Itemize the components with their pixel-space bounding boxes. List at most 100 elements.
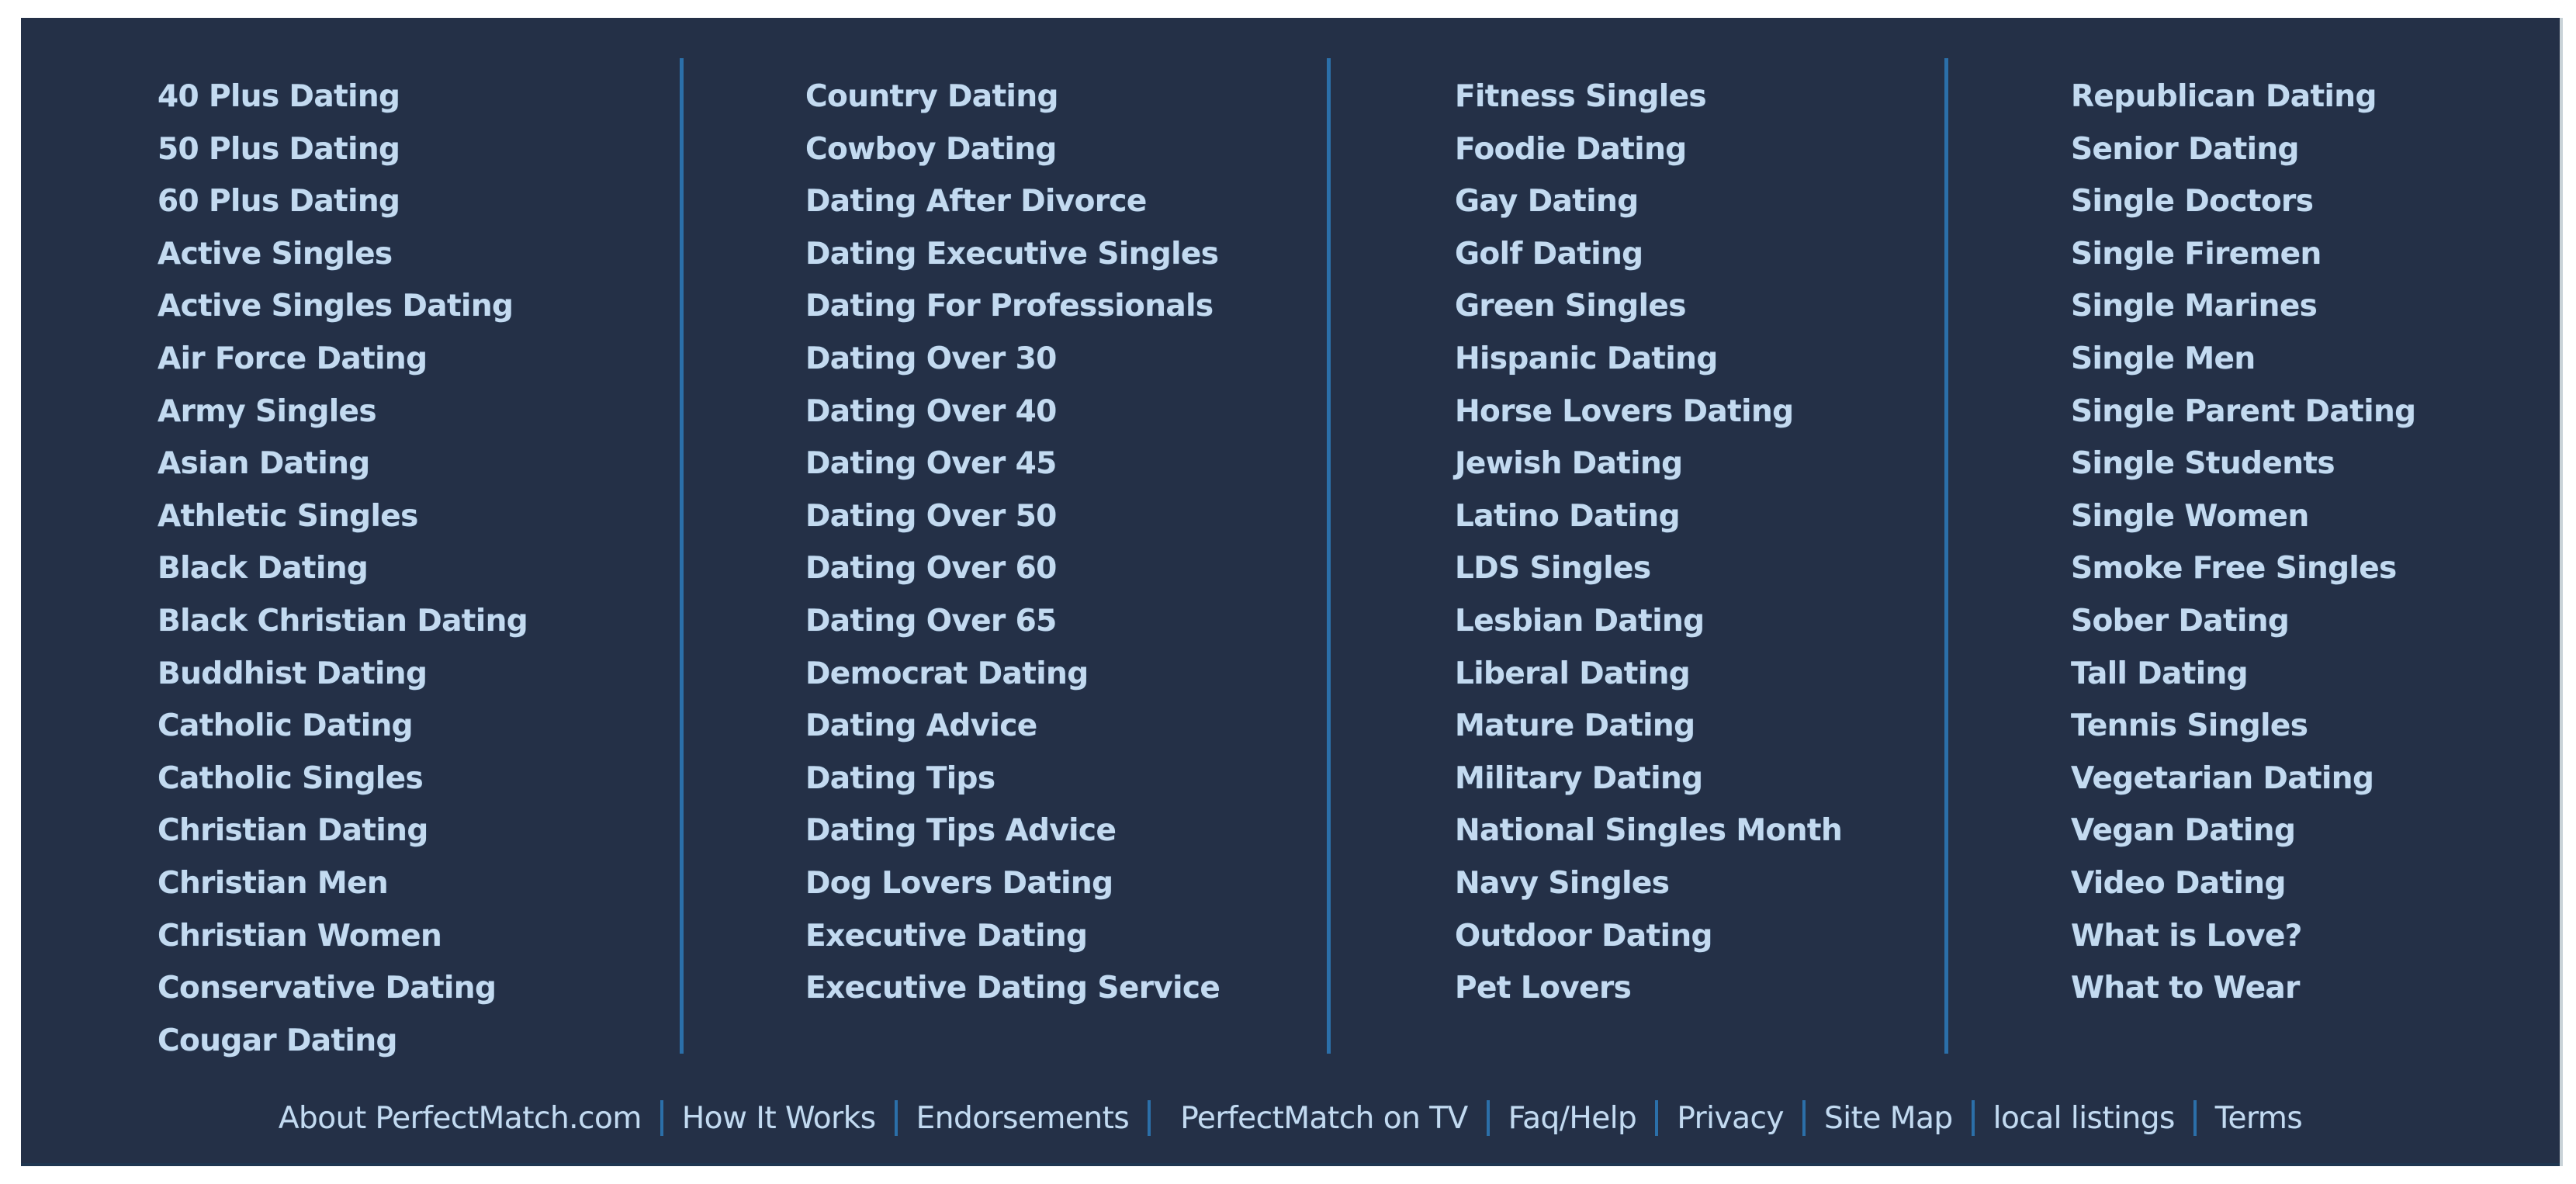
category-link[interactable]: Outdoor Dating [1455, 919, 1712, 954]
link-list: Republican Dating Senior Dating Single Doc… [2071, 81, 2416, 1026]
category-link[interactable]: Lesbian Dating [1455, 604, 1705, 639]
category-link[interactable]: Foodie Dating [1455, 132, 1687, 167]
category-link[interactable]: Single Women [2071, 499, 2309, 534]
footer-link[interactable]: Endorsements [916, 1101, 1130, 1136]
category-link[interactable]: Horse Lovers Dating [1455, 394, 1794, 429]
category-link[interactable]: Green Singles [1455, 289, 1686, 324]
category-link[interactable]: What to Wear [2071, 971, 2300, 1006]
category-link[interactable]: Buddhist Dating [158, 656, 428, 691]
list-item: Dating Advice [805, 711, 1220, 763]
category-link[interactable]: Dating Over 65 [805, 604, 1057, 639]
category-link[interactable]: Catholic Singles [158, 761, 424, 796]
category-link[interactable]: Army Singles [158, 394, 377, 429]
category-link[interactable]: Christian Dating [158, 813, 428, 848]
category-link[interactable]: Video Dating [2071, 866, 2286, 901]
list-item: Active Singles Dating [158, 291, 528, 344]
list-item: Outdoor Dating [1455, 919, 1842, 974]
footer-link[interactable]: Faq/Help [1508, 1101, 1637, 1136]
category-link[interactable]: Dating Tips Advice [805, 813, 1117, 848]
category-link[interactable]: Jewish Dating [1455, 446, 1683, 481]
category-link[interactable]: Single Marines [2071, 289, 2318, 324]
category-link[interactable]: Asian Dating [158, 446, 370, 481]
category-link[interactable]: Single Students [2071, 446, 2335, 481]
category-link[interactable]: Dating Over 30 [805, 341, 1057, 376]
category-link[interactable]: Latino Dating [1455, 499, 1681, 534]
category-link[interactable]: Hispanic Dating [1455, 341, 1718, 376]
list-item: Vegetarian Dating [2071, 763, 2415, 816]
list-item: Fitness Singles [1455, 81, 1842, 134]
category-link[interactable]: Dating Advice [805, 708, 1037, 743]
category-link[interactable]: 50 Plus Dating [158, 132, 400, 167]
category-link[interactable]: National Singles Month [1455, 813, 1843, 848]
category-link[interactable]: Dating For Professionals [805, 289, 1214, 324]
category-link[interactable]: Dating Over 40 [805, 394, 1057, 429]
category-link[interactable]: Dating Over 60 [805, 551, 1057, 586]
list-item: Dating Tips [805, 763, 1220, 816]
category-link[interactable]: Athletic Singles [158, 499, 418, 534]
category-link[interactable]: Dating After Divorce [805, 184, 1147, 219]
category-link[interactable]: Sober Dating [2071, 604, 2290, 639]
category-link[interactable]: Gay Dating [1455, 184, 1639, 219]
category-link[interactable]: Executive Dating Service [805, 971, 1220, 1006]
category-link[interactable]: 60 Plus Dating [158, 184, 400, 219]
category-link[interactable]: Executive Dating [805, 919, 1088, 954]
category-link[interactable]: 40 Plus Dating [158, 79, 400, 114]
category-link[interactable]: Cougar Dating [158, 1023, 397, 1058]
list-item: What is Love? [2071, 919, 2415, 974]
column-divider [1944, 58, 1948, 1054]
category-link[interactable]: What is Love? [2071, 919, 2302, 954]
category-link[interactable]: Dog Lovers Dating [805, 866, 1113, 901]
category-link[interactable]: Black Christian Dating [158, 604, 528, 639]
footer-link[interactable]: How It Works [682, 1101, 876, 1136]
footer-link[interactable]: Privacy [1677, 1101, 1784, 1136]
category-link[interactable]: Single Doctors [2071, 184, 2314, 219]
category-link[interactable]: Liberal Dating [1455, 656, 1691, 691]
link-column-2: Country Dating Cowboy Dating Dating After … [805, 81, 1220, 1026]
list-item: Green Singles [1455, 291, 1842, 344]
category-link[interactable]: Republican Dating [2071, 79, 2377, 114]
category-link[interactable]: Catholic Dating [158, 708, 414, 743]
category-link[interactable]: LDS Singles [1455, 551, 1651, 586]
footer-link[interactable]: Site Map [1824, 1101, 1953, 1136]
category-link[interactable]: Senior Dating [2071, 132, 2299, 167]
category-link[interactable]: Black Dating [158, 551, 369, 586]
list-item: Republican Dating [2071, 81, 2415, 134]
category-link[interactable]: Fitness Singles [1455, 79, 1707, 114]
list-item: Active Singles [158, 237, 528, 292]
footer-link[interactable]: local listings [1993, 1101, 2176, 1136]
category-link[interactable]: Dating Executive Singles [805, 237, 1219, 272]
category-link[interactable]: Single Firemen [2071, 237, 2322, 272]
category-link[interactable]: Vegan Dating [2071, 813, 2296, 848]
category-link[interactable]: Active Singles Dating [158, 289, 514, 324]
category-link[interactable]: Dating Over 45 [805, 446, 1057, 481]
list-item: Single Marines [2071, 291, 2415, 344]
category-link[interactable]: Country Dating [805, 79, 1058, 114]
category-link[interactable]: Pet Lovers [1455, 971, 1632, 1006]
category-link[interactable]: Single Men [2071, 341, 2256, 376]
footer-link[interactable]: About PerfectMatch.com [279, 1101, 642, 1136]
category-link[interactable]: Christian Women [158, 919, 442, 954]
category-link[interactable]: Dating Tips [805, 761, 995, 796]
category-link[interactable]: Active Singles [158, 237, 393, 272]
category-link[interactable]: Dating Over 50 [805, 499, 1057, 534]
category-link[interactable]: Single Parent Dating [2071, 394, 2416, 429]
category-link[interactable]: Tennis Singles [2071, 708, 2308, 743]
category-link[interactable]: Golf Dating [1455, 237, 1643, 272]
footer-link[interactable]: PerfectMatch on TV [1180, 1101, 1468, 1136]
list-item: Dating Executive Singles [805, 237, 1220, 292]
category-link[interactable]: Democrat Dating [805, 656, 1089, 691]
footer-link[interactable]: Terms [2215, 1101, 2303, 1136]
category-link[interactable]: Military Dating [1455, 761, 1703, 796]
category-link[interactable]: Cowboy Dating [805, 132, 1057, 167]
category-link[interactable]: Mature Dating [1455, 708, 1695, 743]
list-item: 40 Plus Dating [158, 81, 528, 134]
category-link[interactable]: Air Force Dating [158, 341, 428, 376]
category-link[interactable]: Tall Dating [2071, 656, 2249, 691]
category-link[interactable]: Conservative Dating [158, 971, 497, 1006]
footer-separator [1486, 1100, 1490, 1136]
category-link[interactable]: Navy Singles [1455, 866, 1670, 901]
category-link[interactable]: Vegetarian Dating [2071, 761, 2374, 796]
category-link[interactable]: Christian Men [158, 866, 389, 901]
category-link[interactable]: Smoke Free Singles [2071, 551, 2397, 586]
link-list: Country Dating Cowboy Dating Dating After … [805, 81, 1220, 1026]
